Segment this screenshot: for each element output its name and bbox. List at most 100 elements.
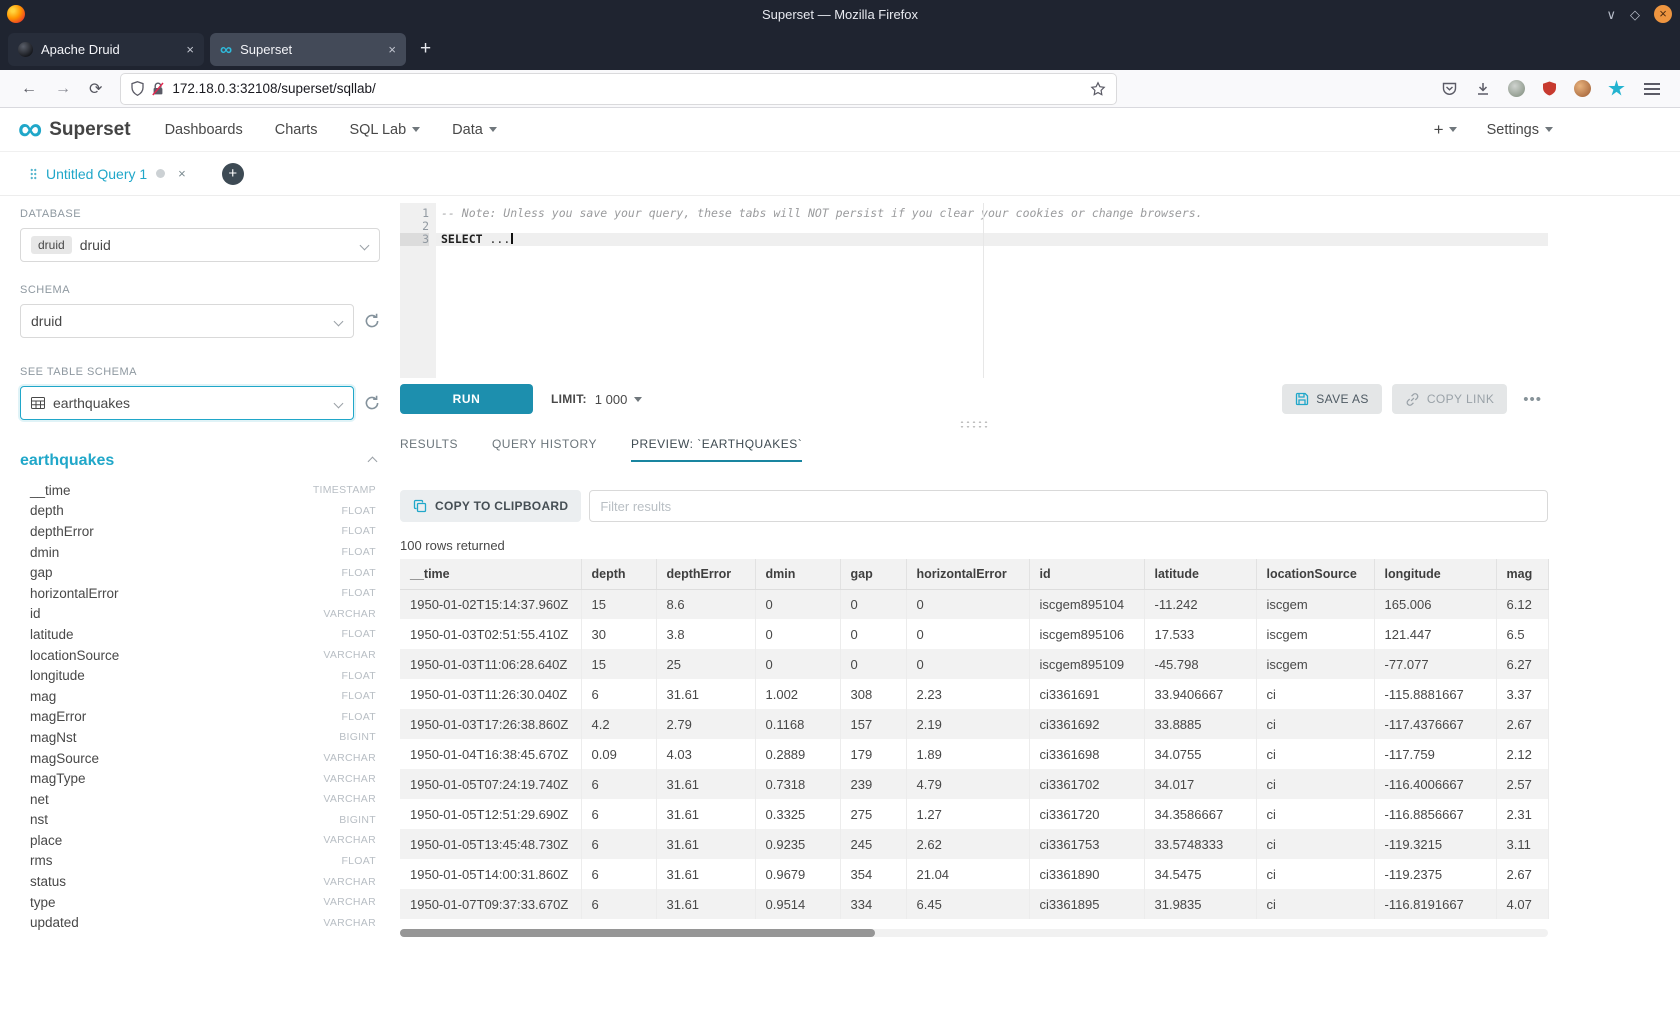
query-tab[interactable]: Untitled Query 1 × — [20, 152, 196, 196]
url-field[interactable]: 172.18.0.3:32108/superset/sqllab/ — [121, 74, 1116, 104]
schema-column-row[interactable]: updatedVARCHAR — [20, 912, 376, 933]
downloads-icon[interactable] — [1475, 81, 1491, 97]
refresh-schema-icon[interactable] — [364, 313, 380, 329]
column-header[interactable]: latitude — [1144, 559, 1256, 589]
settings-menu[interactable]: Settings — [1487, 122, 1553, 138]
column-header[interactable]: __time — [400, 559, 581, 589]
table-cell: 6.27 — [1496, 649, 1548, 679]
horizontal-scrollbar[interactable] — [400, 929, 1548, 937]
schema-column-row[interactable]: typeVARCHAR — [20, 892, 376, 913]
column-header[interactable]: depth — [581, 559, 656, 589]
superset-logo-icon[interactable]: ∞ — [18, 116, 42, 143]
schema-column-row[interactable]: horizontalErrorFLOAT — [20, 583, 376, 604]
table-cell: -116.8191667 — [1374, 889, 1496, 919]
table-cell: 239 — [840, 769, 906, 799]
schema-column-row[interactable]: magTypeVARCHAR — [20, 768, 376, 789]
tab-preview-earthquakes[interactable]: PREVIEW: `EARTHQUAKES` — [631, 437, 802, 462]
schema-column-row[interactable]: gapFLOAT — [20, 562, 376, 583]
table-select[interactable]: earthquakes — [20, 386, 354, 420]
pane-resize-handle-icon[interactable] — [959, 420, 989, 429]
new-tab-button[interactable]: + — [420, 38, 431, 60]
account-avatar-icon[interactable] — [1574, 80, 1591, 97]
extension-icon[interactable] — [1508, 80, 1525, 97]
url-text[interactable]: 172.18.0.3:32108/superset/sqllab/ — [172, 81, 1082, 96]
schema-column-row[interactable]: statusVARCHAR — [20, 871, 376, 892]
horizontal-scrollbar-thumb[interactable] — [400, 929, 875, 937]
save-as-button[interactable]: SAVE AS — [1282, 384, 1382, 414]
reload-icon[interactable]: ⟳ — [80, 79, 111, 99]
query-tab-close-icon[interactable]: × — [178, 166, 186, 181]
column-header[interactable]: depthError — [656, 559, 755, 589]
schema-column-row[interactable]: dminFLOAT — [20, 542, 376, 563]
refresh-tables-icon[interactable] — [364, 395, 380, 411]
superset-brand[interactable]: Superset — [49, 119, 130, 141]
expanded-table-header[interactable]: earthquakes — [20, 452, 376, 470]
bookmark-star-icon[interactable] — [1090, 81, 1106, 97]
schema-column-row[interactable]: placeVARCHAR — [20, 830, 376, 851]
sql-code-editor[interactable]: 1 2 3 -- Note: Unless you save your quer… — [400, 203, 1548, 378]
nav-item-dashboards[interactable]: Dashboards — [165, 122, 243, 138]
schema-column-row[interactable]: magErrorFLOAT — [20, 707, 376, 728]
menu-hamburger-icon[interactable] — [1644, 88, 1660, 90]
collapse-chevron-icon[interactable] — [368, 456, 378, 466]
schema-select[interactable]: druid — [20, 304, 354, 338]
insecure-lock-icon[interactable] — [152, 82, 164, 96]
table-row: 1950-01-02T15:14:37.960Z158.6000iscgem89… — [400, 589, 1548, 619]
column-header[interactable]: locationSource — [1256, 559, 1374, 589]
browser-tab-superset[interactable]: ∞ Superset × — [210, 33, 406, 66]
pocket-icon[interactable] — [1441, 81, 1458, 97]
database-select[interactable]: druid druid — [20, 228, 380, 262]
maximize-icon[interactable]: ◇ — [1630, 8, 1640, 21]
table-row: 1950-01-05T13:45:48.730Z631.610.92352452… — [400, 829, 1548, 859]
schema-column-row[interactable]: idVARCHAR — [20, 604, 376, 625]
schema-column-row[interactable]: magFLOAT — [20, 686, 376, 707]
schema-column-row[interactable]: netVARCHAR — [20, 789, 376, 810]
column-header[interactable]: horizontalError — [906, 559, 1029, 589]
tab-close-icon[interactable]: × — [386, 42, 398, 57]
column-header[interactable]: mag — [1496, 559, 1548, 589]
schema-column-row[interactable]: magNstBIGINT — [20, 727, 376, 748]
schema-column-row[interactable]: latitudeFLOAT — [20, 624, 376, 645]
nav-item-charts[interactable]: Charts — [275, 122, 318, 138]
schema-column-row[interactable]: magSourceVARCHAR — [20, 748, 376, 769]
column-header[interactable]: gap — [840, 559, 906, 589]
expanded-table-name[interactable]: earthquakes — [20, 452, 114, 470]
limit-dropdown[interactable]: 1 000 — [595, 392, 643, 407]
schema-column-row[interactable]: depthErrorFLOAT — [20, 521, 376, 542]
schema-column-row[interactable]: nstBIGINT — [20, 810, 376, 831]
shield-permissions-icon[interactable] — [131, 81, 144, 96]
table-cell: -11.242 — [1144, 589, 1256, 619]
tab-query-history[interactable]: QUERY HISTORY — [492, 437, 597, 462]
copy-to-clipboard-button[interactable]: COPY TO CLIPBOARD — [400, 490, 581, 522]
add-new-button[interactable]: + — [1434, 120, 1457, 140]
drag-handle-icon[interactable] — [30, 168, 37, 180]
minimize-icon[interactable]: ∨ — [1606, 8, 1616, 21]
browser-tab-druid[interactable]: Apache Druid × — [8, 33, 204, 66]
schema-column-row[interactable]: __timeTIMESTAMP — [20, 480, 376, 501]
tab-results[interactable]: RESULTS — [400, 437, 458, 462]
back-icon[interactable]: ← — [12, 80, 46, 98]
copy-link-button[interactable]: COPY LINK — [1392, 384, 1507, 414]
schema-column-row[interactable]: depthFLOAT — [20, 501, 376, 522]
nav-item-sqllab[interactable]: SQL Lab — [349, 122, 420, 138]
ublock-shield-icon[interactable] — [1542, 81, 1557, 96]
table-cell: 15 — [581, 649, 656, 679]
schema-column-row[interactable]: longitudeFLOAT — [20, 665, 376, 686]
column-header[interactable]: dmin — [755, 559, 840, 589]
schema-column-row[interactable]: rmsFLOAT — [20, 851, 376, 872]
forward-icon[interactable]: → — [46, 80, 80, 98]
query-tab-title[interactable]: Untitled Query 1 — [46, 166, 147, 182]
filter-results-input[interactable] — [589, 490, 1548, 522]
tab-close-icon[interactable]: × — [184, 42, 196, 57]
nav-item-data[interactable]: Data — [452, 122, 497, 138]
table-cell: -117.4376667 — [1374, 709, 1496, 739]
window-close-button[interactable]: × — [1654, 5, 1672, 23]
add-query-tab-button[interactable]: + — [222, 163, 244, 185]
column-header[interactable]: longitude — [1374, 559, 1496, 589]
column-header[interactable]: id — [1029, 559, 1144, 589]
table-cell: 3.8 — [656, 619, 755, 649]
more-options-button[interactable]: ••• — [1517, 391, 1548, 408]
schema-column-row[interactable]: locationSourceVARCHAR — [20, 645, 376, 666]
run-query-button[interactable]: RUN — [400, 384, 533, 414]
extension-star-icon[interactable] — [1608, 80, 1625, 97]
